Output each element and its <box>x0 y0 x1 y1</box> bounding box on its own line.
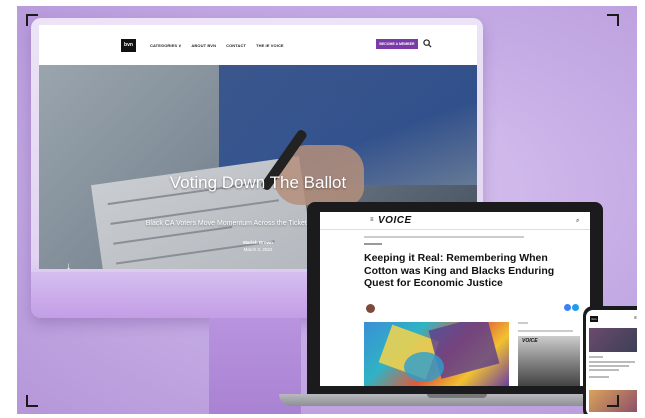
frame-corner-bracket <box>26 14 38 26</box>
nav-link-ie-voice[interactable]: THE IE VOICE <box>256 43 284 48</box>
site-navigation-bar: bvn CATEGORIES ∨ ABOUT BVN CONTACT THE I… <box>39 25 477 65</box>
site-logo[interactable]: bvn <box>121 38 136 52</box>
article-title: Keeping it Real: Remembering When Cotton… <box>364 252 555 289</box>
phone-site-logo[interactable]: bvn <box>590 316 598 322</box>
nav-link-contact[interactable]: CONTACT <box>226 43 246 48</box>
sidebar-image-label: VOICE <box>522 338 538 344</box>
facebook-share-icon[interactable] <box>564 304 571 311</box>
sidebar-heading <box>518 330 573 332</box>
sidebar-label <box>518 322 528 324</box>
phone-article-image <box>589 328 637 352</box>
menu-icon[interactable]: ≡ <box>634 315 637 321</box>
search-icon[interactable] <box>423 39 432 48</box>
laptop-notch <box>427 394 487 398</box>
nav-link-about[interactable]: ABOUT BVN <box>191 43 216 48</box>
menu-icon[interactable]: ≡ <box>370 217 374 223</box>
phone-byline <box>589 376 609 378</box>
phone-headline-line <box>589 361 635 363</box>
product-mockup-scene: bvn CATEGORIES ∨ ABOUT BVN CONTACT THE I… <box>17 6 637 414</box>
hero-title[interactable]: Voting Down The Ballot <box>39 173 477 193</box>
category-tag <box>364 243 382 245</box>
phone-category-tag <box>589 356 603 358</box>
frame-corner-bracket <box>607 395 619 407</box>
search-icon[interactable]: ⌕ <box>576 218 579 225</box>
breadcrumb <box>364 236 524 238</box>
phone-headline-line <box>589 369 619 371</box>
author-avatar <box>366 304 375 313</box>
voice-logo[interactable]: VOICE <box>378 215 412 226</box>
phone-headline-line <box>589 365 629 367</box>
article-feature-image <box>364 322 509 386</box>
laptop-site-header: ≡ VOICE ⌕ <box>320 212 590 230</box>
twitter-share-icon[interactable] <box>572 304 579 311</box>
frame-corner-bracket <box>26 395 38 407</box>
scroll-down-arrow-icon[interactable]: ↓ <box>66 261 71 269</box>
become-member-button[interactable]: BECOME A MEMBER <box>376 39 418 49</box>
nav-link-categories[interactable]: CATEGORIES ∨ <box>150 43 181 48</box>
image-frame: bvn CATEGORIES ∨ ABOUT BVN CONTACT THE I… <box>0 0 645 418</box>
laptop-website-screen: ≡ VOICE ⌕ Keeping it Real: Remembering W… <box>320 212 590 386</box>
frame-corner-bracket <box>607 14 619 26</box>
